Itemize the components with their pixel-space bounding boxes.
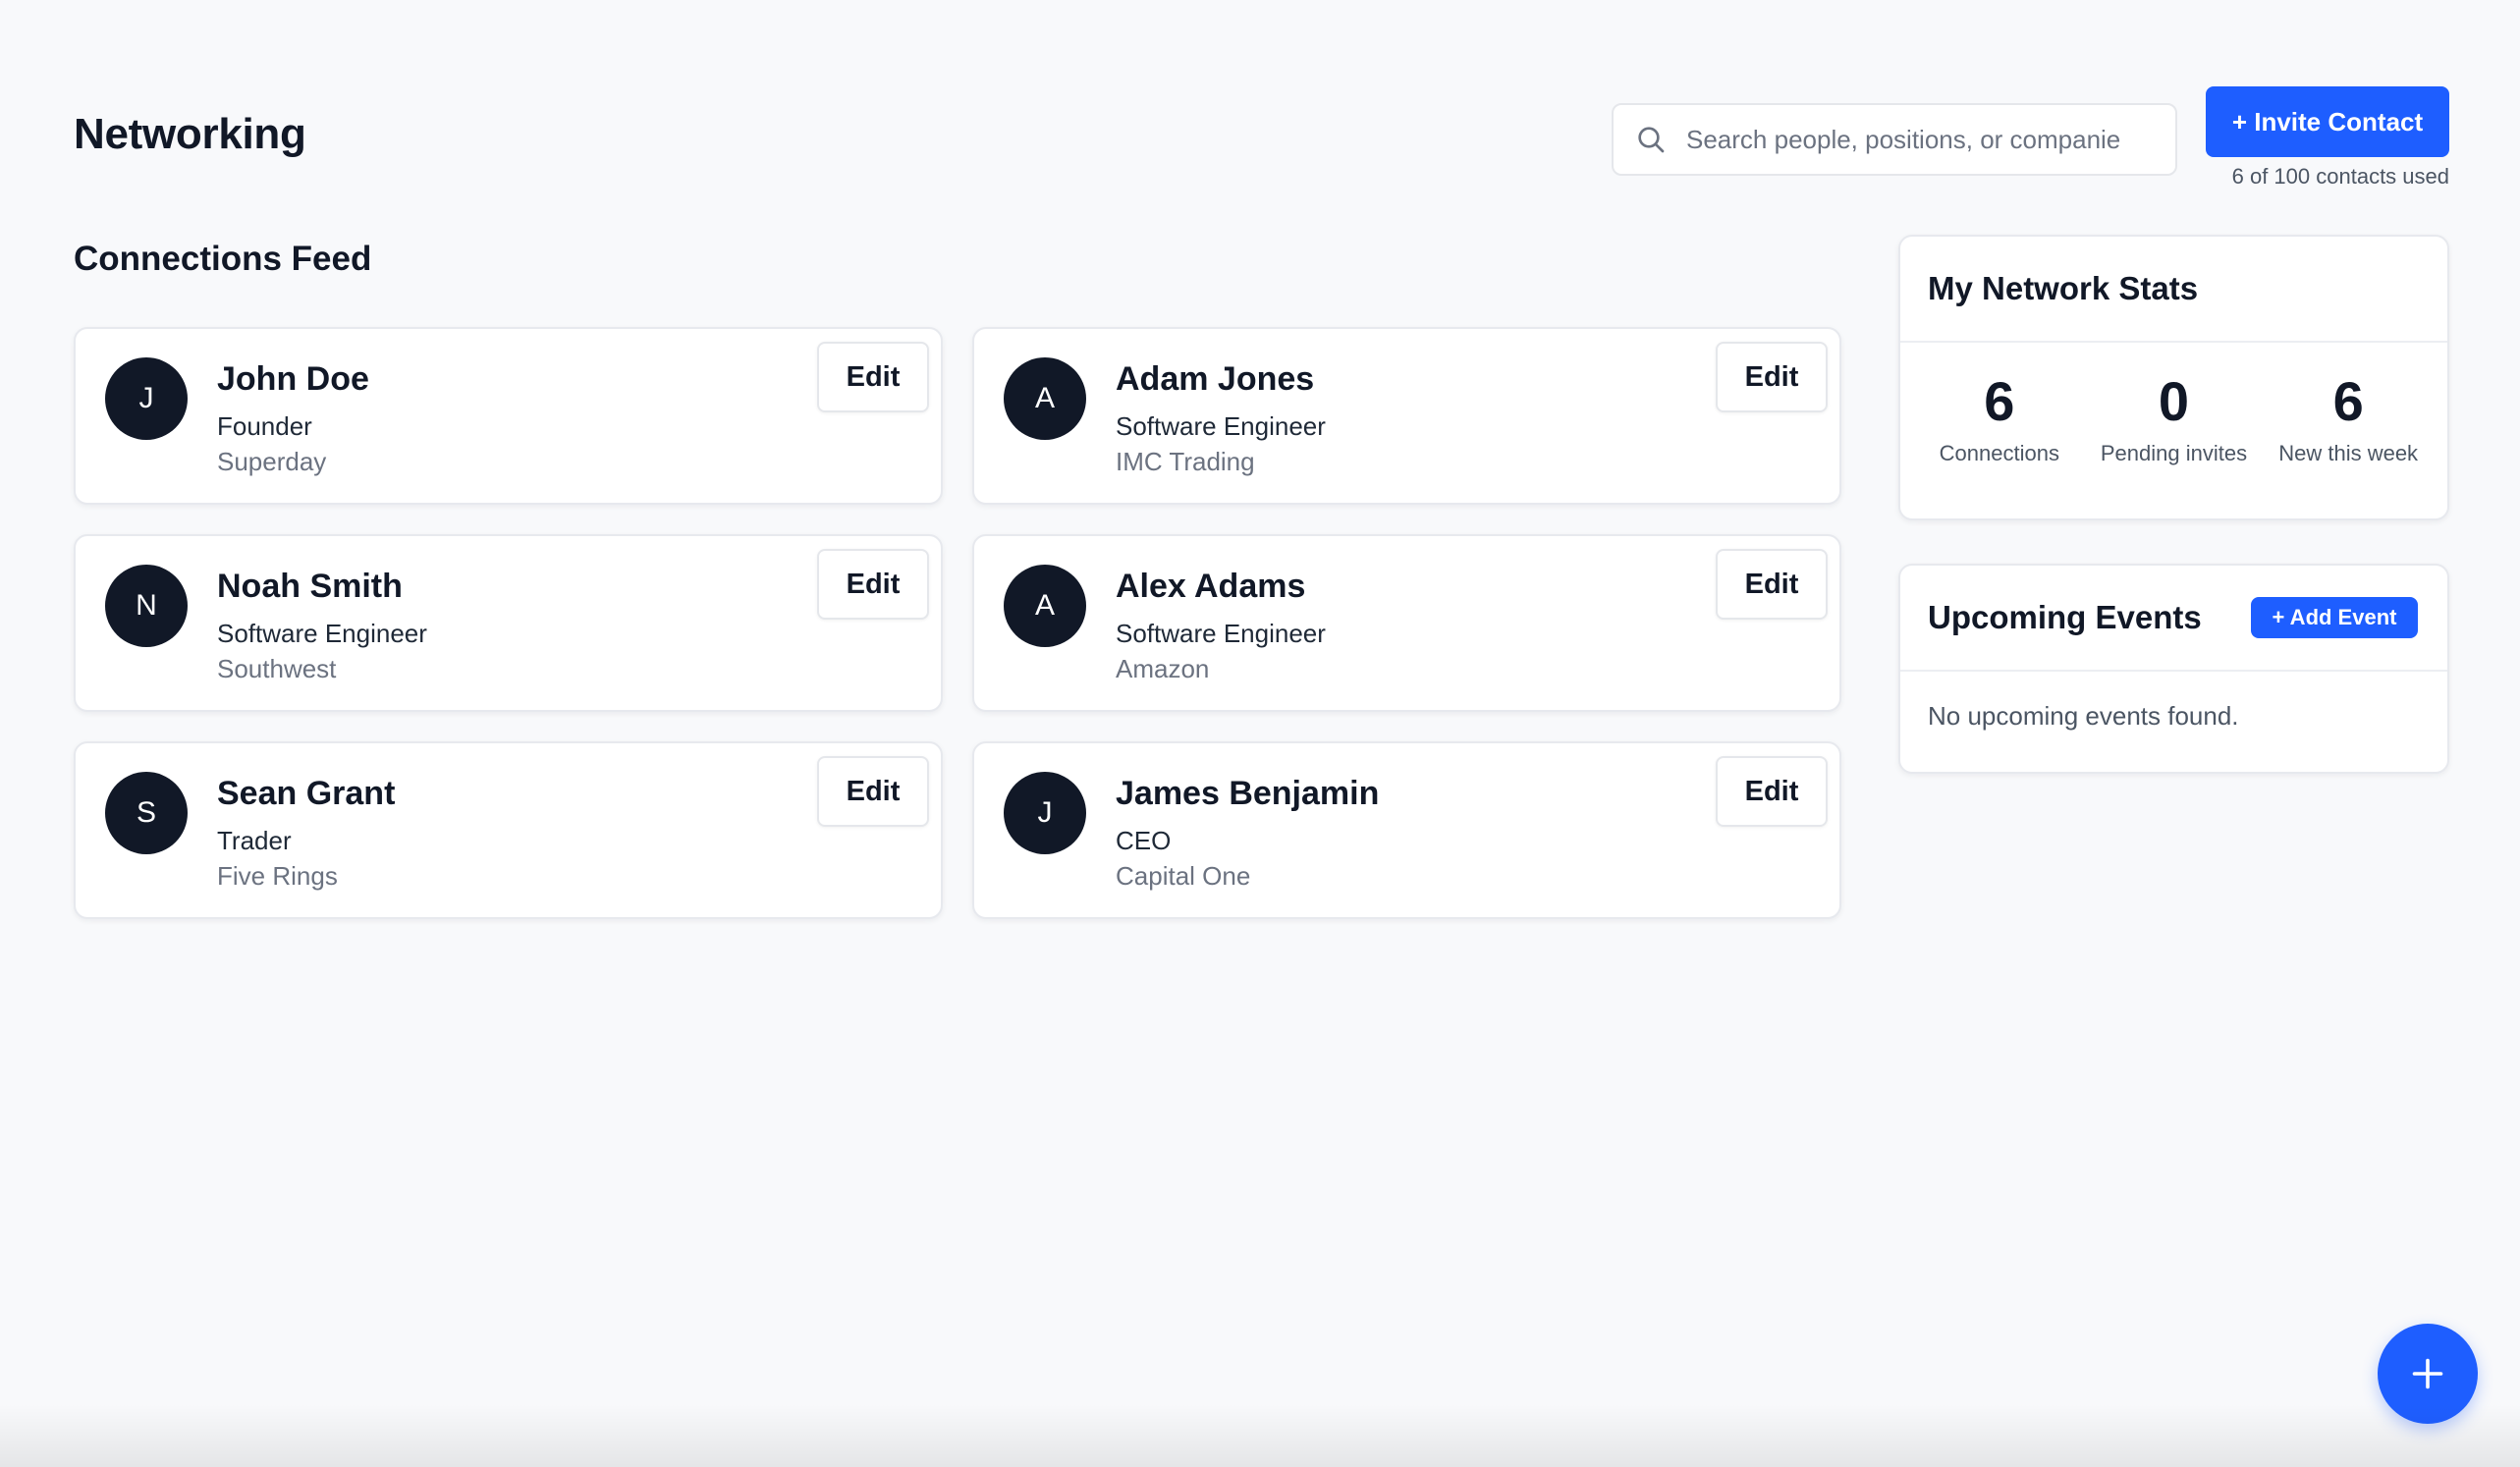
edit-contact-button[interactable]: Edit xyxy=(1716,549,1828,620)
contact-name: James Benjamin xyxy=(1116,775,1380,812)
stat-label: New this week xyxy=(2278,441,2419,465)
search-box[interactable] xyxy=(1612,103,2177,176)
contact-card: A Alex Adams Software Engineer Amazon Ed… xyxy=(972,534,1841,712)
upcoming-events-panel: Upcoming Events + Add Event No upcoming … xyxy=(1898,564,2449,774)
stat-new-this-week: 6 New this week xyxy=(2265,370,2432,466)
contact-position: Trader xyxy=(217,826,292,855)
edit-contact-button[interactable]: Edit xyxy=(1716,756,1828,827)
network-stats-title: My Network Stats xyxy=(1928,270,2199,306)
stat-label: Connections xyxy=(1939,441,2059,465)
search-icon xyxy=(1638,127,1665,153)
invite-contact-button[interactable]: + Invite Contact xyxy=(2206,86,2449,157)
contact-name: Sean Grant xyxy=(217,775,396,812)
networking-page: Networking + Invite Contact 6 of 100 con… xyxy=(0,0,2520,1467)
stat-value: 6 xyxy=(1984,370,2015,432)
stat-pending-invites: 0 Pending invites xyxy=(2090,370,2257,466)
connections-feed-title: Connections Feed xyxy=(74,240,372,278)
contact-card: N Noah Smith Software Engineer Southwest… xyxy=(74,534,943,712)
contact-position: Software Engineer xyxy=(217,619,427,648)
contact-position: Founder xyxy=(217,411,312,441)
upcoming-events-title: Upcoming Events xyxy=(1928,599,2202,635)
contact-name: John Doe xyxy=(217,360,369,398)
contact-company: Five Rings xyxy=(217,861,338,891)
avatar: A xyxy=(1004,565,1086,647)
stat-value: 6 xyxy=(2332,370,2364,432)
contact-name: Noah Smith xyxy=(217,568,403,605)
contact-name: Adam Jones xyxy=(1116,360,1315,398)
contact-company: Southwest xyxy=(217,654,337,683)
contact-company: Amazon xyxy=(1116,654,1210,683)
add-event-button[interactable]: + Add Event xyxy=(2251,597,2418,638)
connections-feed: J John Doe Founder Superday Edit A Adam … xyxy=(74,327,1841,919)
contact-card: S Sean Grant Trader Five Rings Edit xyxy=(74,741,943,919)
stat-value: 0 xyxy=(2158,370,2190,432)
contact-card: J John Doe Founder Superday Edit xyxy=(74,327,943,505)
events-empty-state: No upcoming events found. xyxy=(1928,701,2239,731)
edit-contact-button[interactable]: Edit xyxy=(1716,342,1828,412)
stat-connections: 6 Connections xyxy=(1916,370,2083,466)
contact-card: A Adam Jones Software Engineer IMC Tradi… xyxy=(972,327,1841,505)
stat-label: Pending invites xyxy=(2100,441,2248,465)
contact-position: CEO xyxy=(1116,826,1172,855)
plus-icon xyxy=(2412,1358,2443,1389)
search-input[interactable] xyxy=(1686,124,2158,155)
contact-position: Software Engineer xyxy=(1116,619,1326,648)
contact-name: Alex Adams xyxy=(1116,568,1306,605)
avatar: S xyxy=(105,772,188,854)
contact-card: J James Benjamin CEO Capital One Edit xyxy=(972,741,1841,919)
contact-company: Superday xyxy=(217,447,327,476)
avatar: N xyxy=(105,565,188,647)
contacts-usage-text: 6 of 100 contacts used xyxy=(2231,164,2449,189)
edit-contact-button[interactable]: Edit xyxy=(817,756,929,827)
upcoming-events-header: Upcoming Events + Add Event xyxy=(1900,566,2447,672)
contact-position: Software Engineer xyxy=(1116,411,1326,441)
edit-contact-button[interactable]: Edit xyxy=(817,549,929,620)
avatar: J xyxy=(1004,772,1086,854)
network-stats-panel: My Network Stats 6 Connections 0 Pending… xyxy=(1898,235,2449,520)
network-stats-header: My Network Stats xyxy=(1900,237,2447,343)
bottom-shadow xyxy=(0,1404,2520,1467)
avatar: A xyxy=(1004,357,1086,440)
avatar: J xyxy=(105,357,188,440)
contact-company: IMC Trading xyxy=(1116,447,1255,476)
edit-contact-button[interactable]: Edit xyxy=(817,342,929,412)
contact-company: Capital One xyxy=(1116,861,1251,891)
stats-row: 6 Connections 0 Pending invites 6 New th… xyxy=(1900,343,2447,466)
page-title: Networking xyxy=(74,110,306,158)
